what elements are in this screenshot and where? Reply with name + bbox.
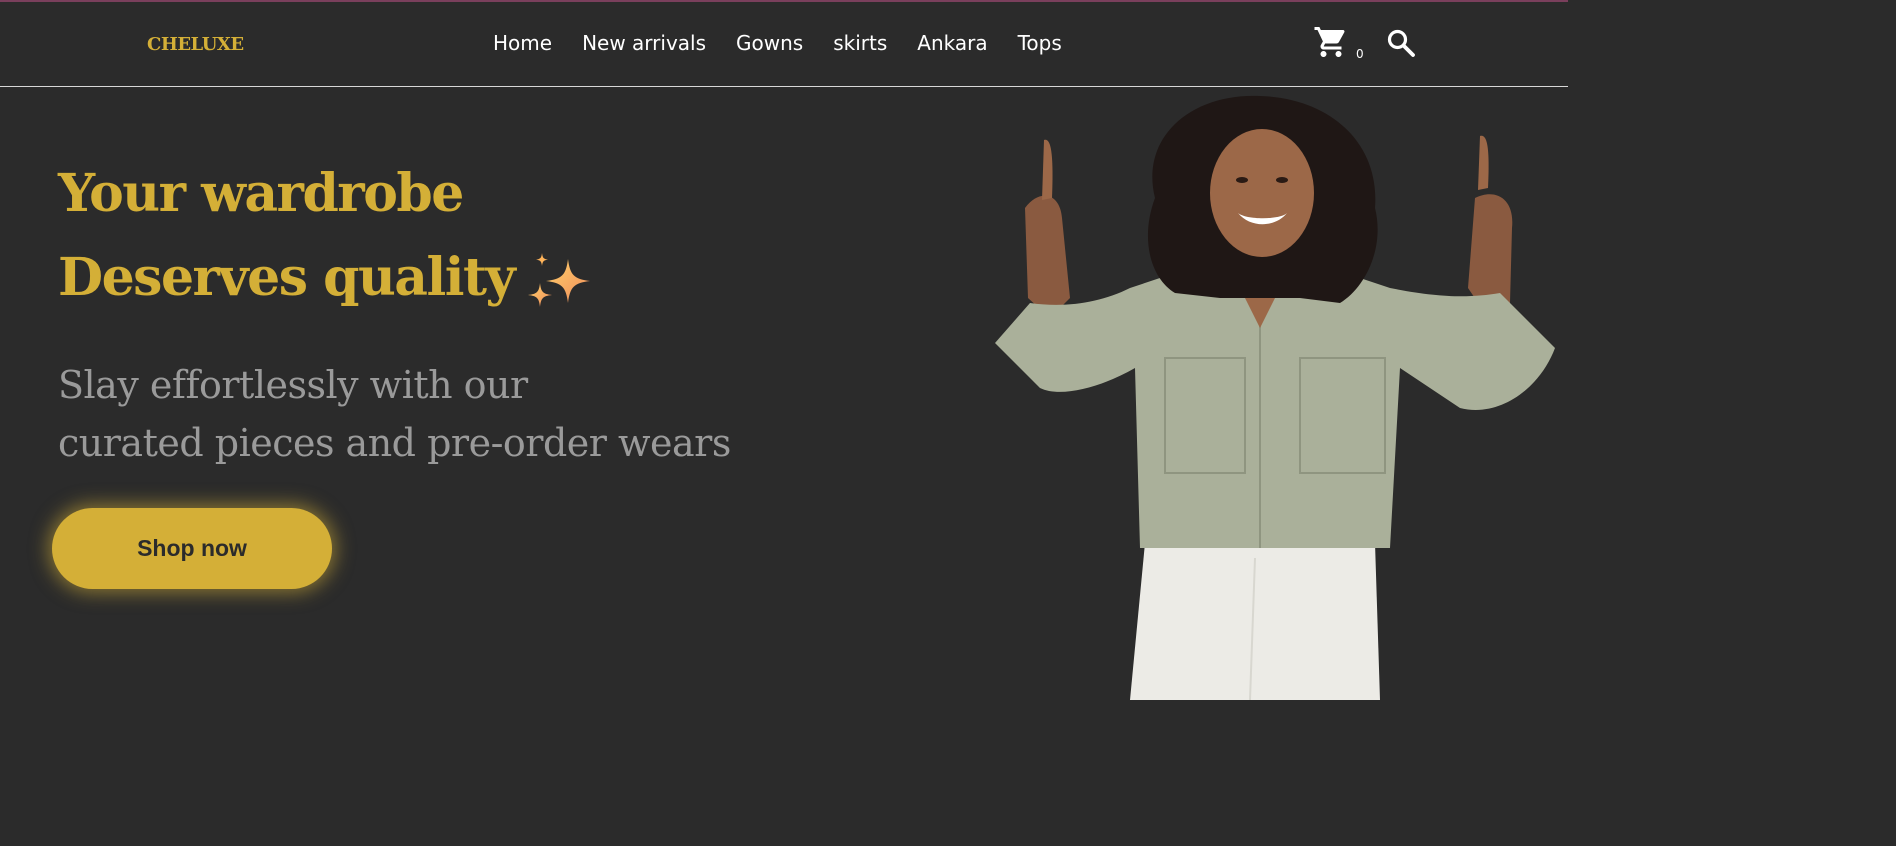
- navbar: CHELUXE Home New arrivals Gowns skirts A…: [0, 2, 1568, 87]
- hero-title-line-2: Deserves quality: [58, 247, 516, 308]
- search-button[interactable]: [1386, 28, 1416, 58]
- hero-subtitle-line-2: curated pieces and pre-order wears: [58, 421, 731, 465]
- hero-title-line-1: Your wardrobe: [58, 163, 464, 224]
- search-icon: [1387, 29, 1415, 57]
- cart-button[interactable]: 0: [1313, 24, 1364, 64]
- cart-count-badge: 0: [1356, 47, 1364, 61]
- hero-subtitle: Slay effortlessly with our curated piece…: [58, 356, 731, 472]
- nav-link-tops[interactable]: Tops: [1018, 31, 1062, 55]
- shopping-cart-icon: [1314, 27, 1345, 57]
- nav-link-new-arrivals[interactable]: New arrivals: [582, 31, 706, 55]
- nav-links: Home New arrivals Gowns skirts Ankara To…: [493, 31, 1062, 55]
- hero-model-image: [995, 95, 1555, 700]
- nav-link-ankara[interactable]: Ankara: [917, 31, 987, 55]
- hero-subtitle-line-1: Slay effortlessly with our: [58, 363, 528, 407]
- shop-now-button[interactable]: Shop now: [52, 508, 332, 589]
- page: CHELUXE Home New arrivals Gowns skirts A…: [0, 0, 1568, 700]
- nav-link-skirts[interactable]: skirts: [833, 31, 887, 55]
- nav-link-home[interactable]: Home: [493, 31, 552, 55]
- hero-title: Your wardrobe Deserves quality: [58, 152, 592, 320]
- sparkles-icon: [528, 252, 591, 307]
- nav-link-gowns[interactable]: Gowns: [736, 31, 803, 55]
- brand-logo[interactable]: CHELUXE: [147, 34, 244, 55]
